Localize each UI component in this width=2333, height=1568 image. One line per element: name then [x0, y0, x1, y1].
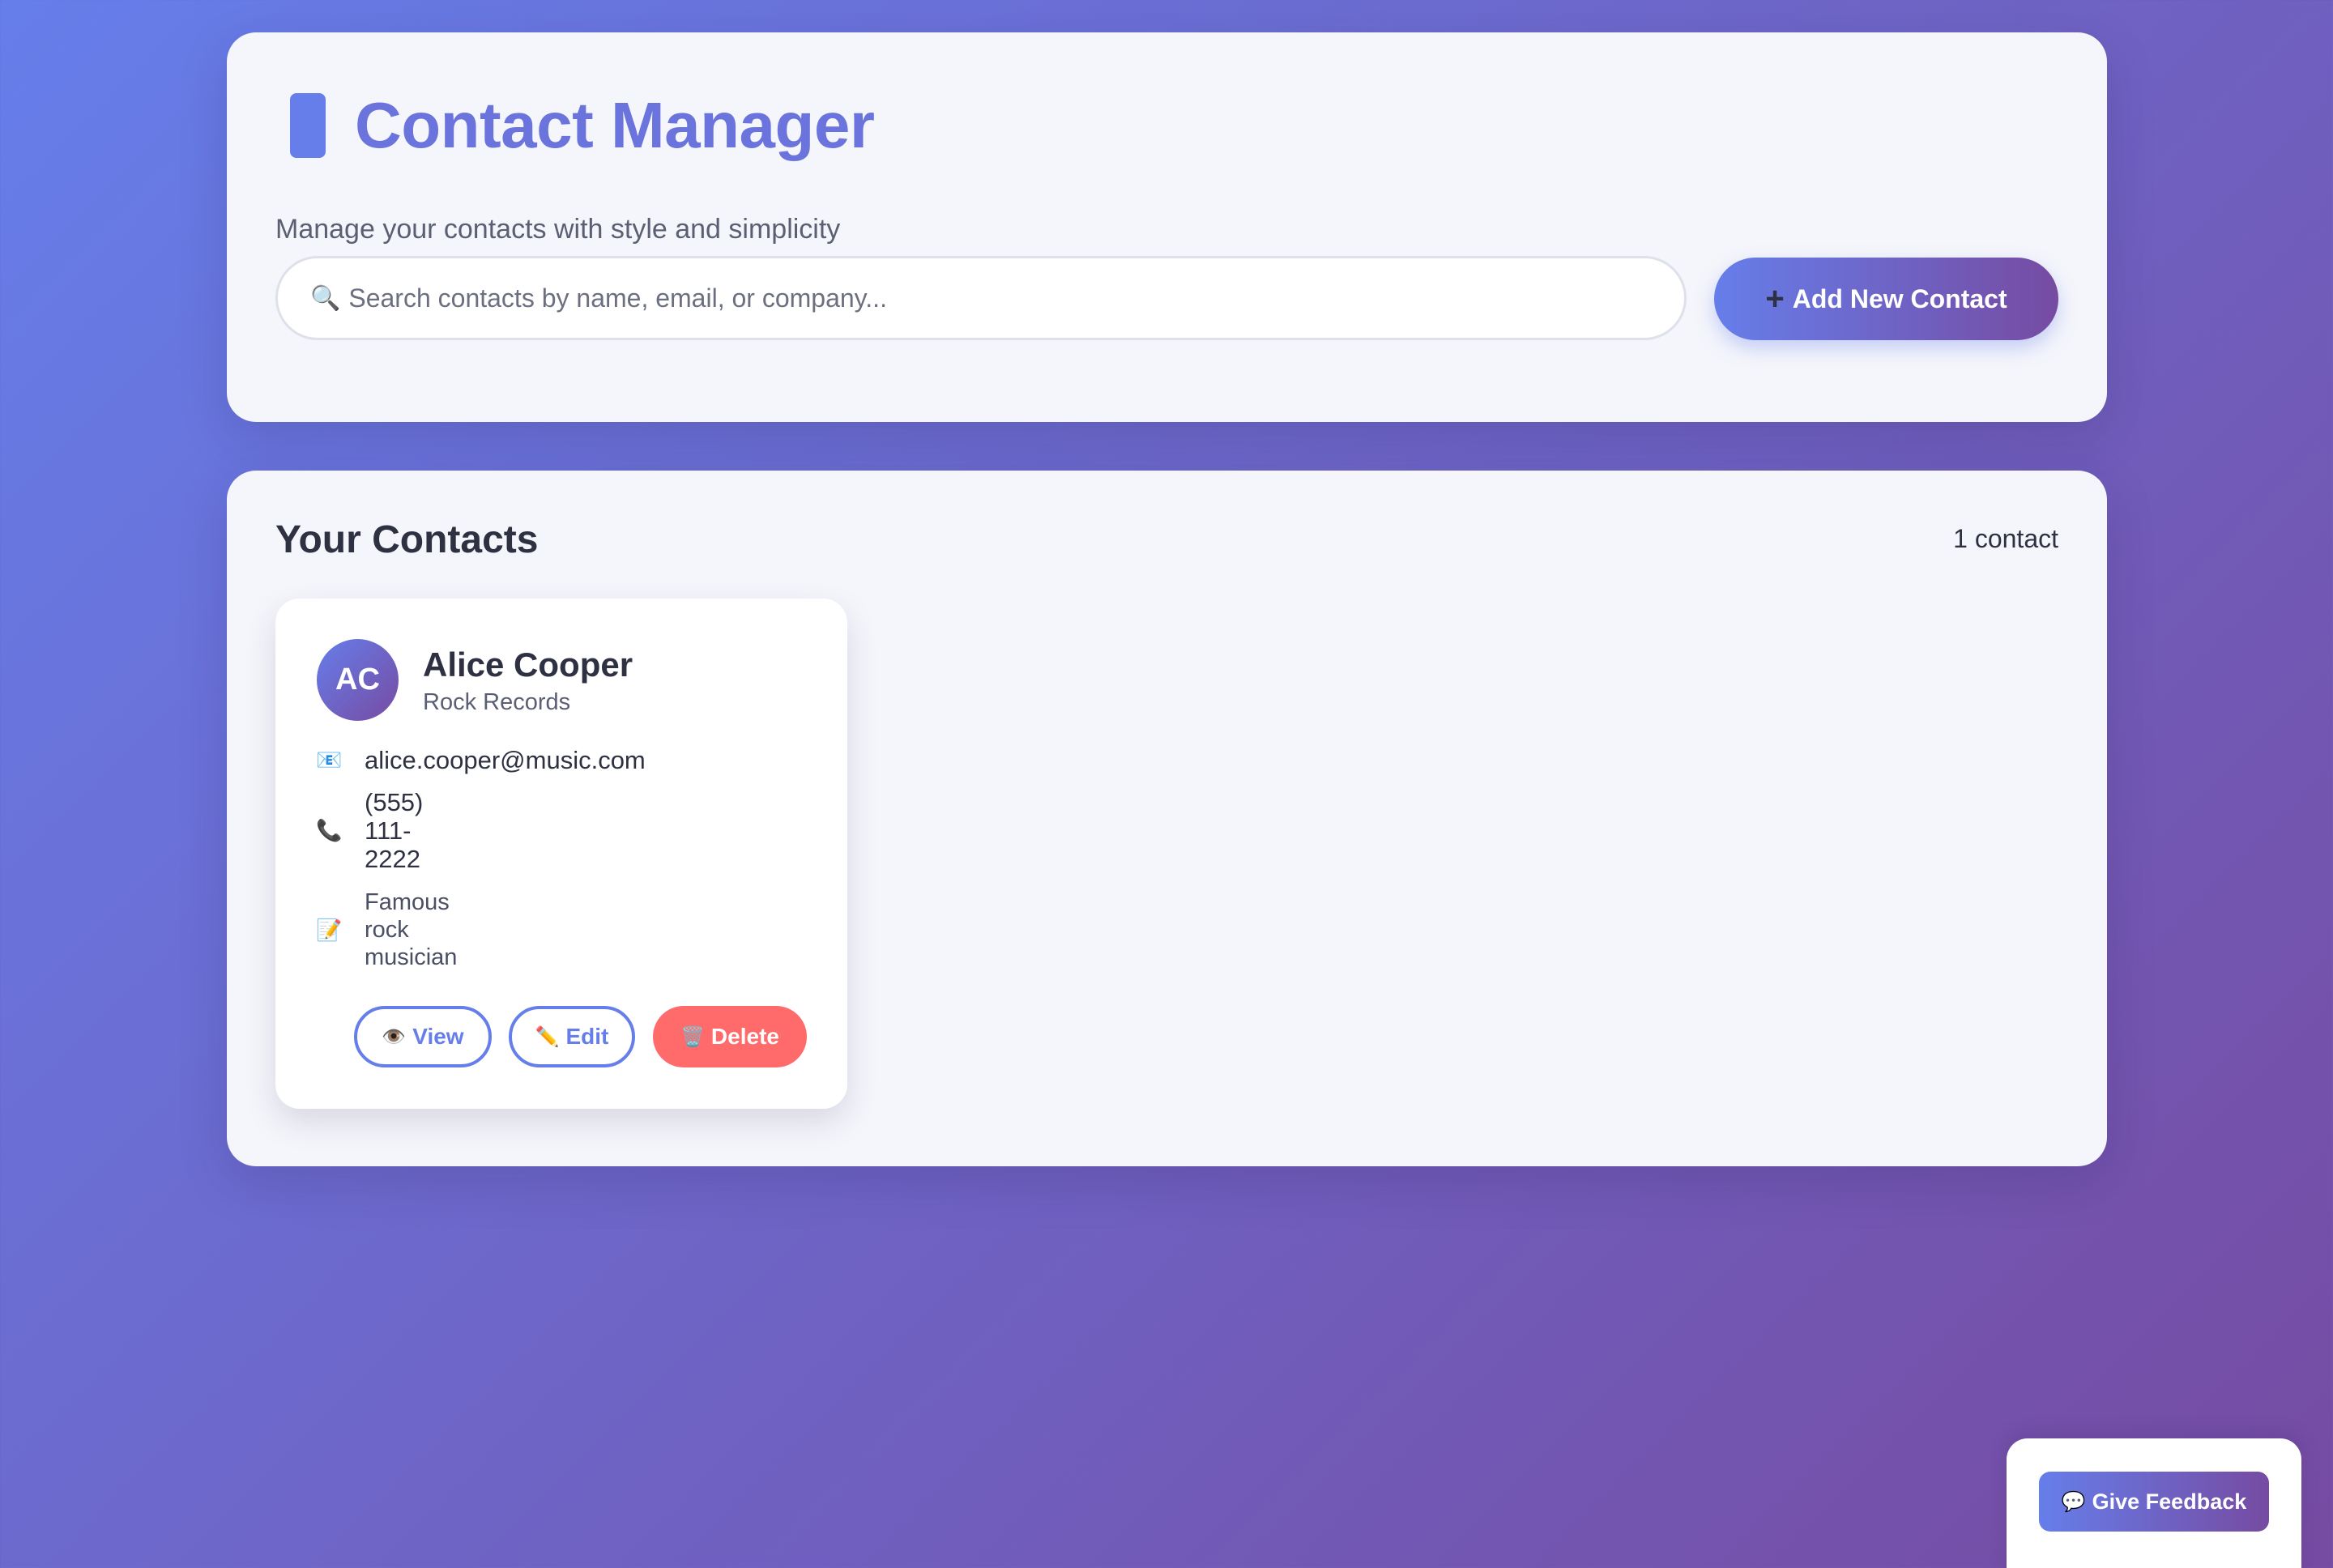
pencil-icon: ✏️ [535, 1025, 560, 1048]
view-button[interactable]: 👁️ View [354, 1006, 492, 1067]
give-feedback-button[interactable]: 💬 Give Feedback [2039, 1472, 2269, 1532]
section-title: Your Contacts [275, 518, 539, 561]
page-title: Contact Manager [355, 89, 875, 161]
phone-icon: 📞 [316, 818, 343, 842]
contact-notes-row: 📝 Famous rock musician [316, 888, 478, 971]
eye-icon: 👁️ [382, 1025, 407, 1048]
mobile-phone-icon [290, 93, 326, 158]
contact-count: 1 contact [1953, 524, 2058, 553]
contact-card[interactable]: AC Alice Cooper Rock Records 📧 alice.coo… [275, 599, 847, 1109]
contact-notes: Famous rock musician [365, 889, 458, 970]
search-input[interactable] [347, 265, 1684, 331]
avatar: AC [317, 639, 399, 721]
trash-icon: 🗑️ [680, 1025, 705, 1048]
add-new-contact-label: Add New Contact [1792, 283, 2007, 313]
title-row: Contact Manager [275, 89, 875, 162]
contact-company: Rock Records [423, 689, 571, 715]
delete-label: Delete [710, 1024, 779, 1049]
memo-icon: 📝 [316, 917, 343, 942]
search-icon: 🔍 [310, 284, 341, 312]
speech-bubble-icon: 💬 [2061, 1490, 2086, 1513]
page-subtitle: Manage your contacts with style and simp… [275, 214, 841, 245]
contact-phone: (555) 111-2222 [365, 788, 424, 873]
contact-phone-row: 📞 (555) 111-2222 [316, 788, 437, 873]
plus-icon: + [1765, 280, 1785, 317]
edit-button[interactable]: ✏️ Edit [509, 1006, 635, 1067]
envelope-icon: 📧 [316, 748, 343, 772]
search-box[interactable]: 🔍 [275, 256, 1687, 340]
add-new-contact-button[interactable]: + Add New Contact [1714, 258, 2058, 340]
contact-email: alice.cooper@music.com [365, 746, 646, 774]
delete-button[interactable]: 🗑️ Delete [653, 1006, 807, 1067]
contact-email-row: 📧 alice.cooper@music.com [316, 746, 646, 774]
contacts-panel: Your Contacts 1 contact AC Alice Cooper … [227, 471, 2107, 1166]
edit-label: Edit [565, 1024, 609, 1049]
feedback-widget: 💬 Give Feedback [2007, 1438, 2301, 1568]
view-label: View [412, 1024, 464, 1049]
give-feedback-label: Give Feedback [2092, 1489, 2247, 1514]
contact-name: Alice Cooper [423, 646, 633, 684]
header-panel: Contact Manager Manage your contacts wit… [227, 32, 2107, 422]
